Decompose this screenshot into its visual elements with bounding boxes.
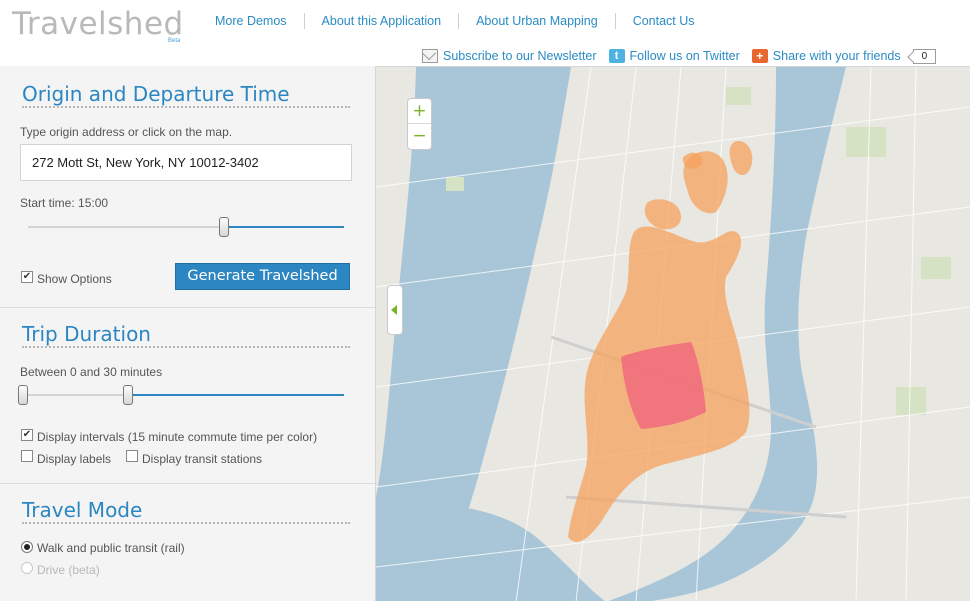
share-label: Share with your friends: [772, 49, 901, 63]
duration-range-label: Between 0 and 30 minutes: [20, 365, 163, 379]
display-stations-checkbox[interactable]: [126, 450, 138, 462]
zoom-out-button[interactable]: −: [408, 124, 431, 149]
newsletter-link[interactable]: Subscribe to our Newsletter: [422, 49, 597, 63]
park: [921, 257, 951, 279]
start-time-fill: [225, 226, 344, 228]
duration-min-handle[interactable]: [18, 385, 28, 405]
origin-title: Origin and Departure Time: [22, 82, 290, 106]
park: [846, 127, 886, 157]
show-options-checkbox[interactable]: [21, 271, 33, 283]
nav-about-application[interactable]: About this Application: [305, 14, 459, 28]
nav-more-demos[interactable]: More Demos: [198, 14, 304, 28]
park: [446, 177, 464, 191]
duration-title: Trip Duration: [22, 322, 151, 346]
collapse-sidebar-button[interactable]: [387, 285, 403, 335]
twitter-label: Follow us on Twitter: [629, 49, 740, 63]
duration-section: Trip Duration Between 0 and 30 minutes D…: [0, 308, 375, 484]
nav-about-urban-mapping[interactable]: About Urban Mapping: [459, 14, 615, 28]
map-view[interactable]: + −: [376, 66, 970, 601]
drive-label: Drive (beta): [37, 563, 100, 577]
park: [726, 87, 751, 105]
section-divider: [22, 106, 350, 108]
share-link[interactable]: + Share with your friends: [751, 49, 901, 63]
display-intervals-label: Display intervals (15 minute commute tim…: [37, 430, 318, 444]
zoom-in-button[interactable]: +: [408, 99, 431, 124]
top-nav: More Demos About this Application About …: [198, 13, 712, 29]
start-time-label: Start time: 15:00: [20, 196, 109, 210]
share-plus-icon: +: [751, 49, 768, 63]
start-time-track[interactable]: [28, 226, 225, 228]
walk-transit-radio[interactable]: [21, 541, 33, 553]
park: [896, 387, 926, 415]
zoom-control: + −: [407, 98, 432, 150]
beta-badge: Beta: [168, 38, 181, 44]
display-labels-checkbox[interactable]: [21, 450, 33, 462]
walk-transit-label: Walk and public transit (rail): [37, 541, 185, 555]
display-stations-label: Display transit stations: [142, 452, 263, 466]
display-labels-label: Display labels: [37, 452, 112, 466]
section-divider: [22, 522, 350, 524]
duration-fill: [128, 394, 344, 396]
show-options-label: Show Options: [37, 272, 112, 286]
generate-travelshed-button[interactable]: Generate Travelshed: [175, 263, 350, 290]
nav-contact-us[interactable]: Contact Us: [616, 14, 712, 28]
app-logo[interactable]: Travelshed: [12, 6, 184, 42]
header: Travelshed Beta More Demos About this Ap…: [0, 0, 970, 66]
map-canvas[interactable]: [376, 67, 970, 601]
travel-mode-title: Travel Mode: [22, 498, 143, 522]
drive-radio: [21, 562, 33, 574]
section-divider: [22, 346, 350, 348]
newsletter-label: Subscribe to our Newsletter: [443, 49, 597, 63]
duration-track[interactable]: [22, 394, 128, 396]
display-intervals-checkbox[interactable]: [21, 429, 33, 441]
duration-max-handle[interactable]: [123, 385, 133, 405]
sidebar: Origin and Departure Time Type origin ad…: [0, 66, 376, 601]
twitter-link[interactable]: t Follow us on Twitter: [608, 49, 740, 63]
start-time-slider-handle[interactable]: [219, 217, 229, 237]
origin-section: Origin and Departure Time Type origin ad…: [0, 66, 375, 308]
origin-address-input[interactable]: 272 Mott St, New York, NY 10012-3402: [20, 144, 352, 181]
twitter-icon: t: [608, 49, 625, 63]
social-bar: Subscribe to our Newsletter t Follow us …: [422, 47, 937, 65]
travel-mode-section: Travel Mode Walk and public transit (rai…: [0, 484, 375, 601]
share-count: 0: [912, 48, 937, 64]
envelope-icon: [422, 49, 438, 63]
origin-hint: Type origin address or click on the map.: [20, 125, 233, 139]
